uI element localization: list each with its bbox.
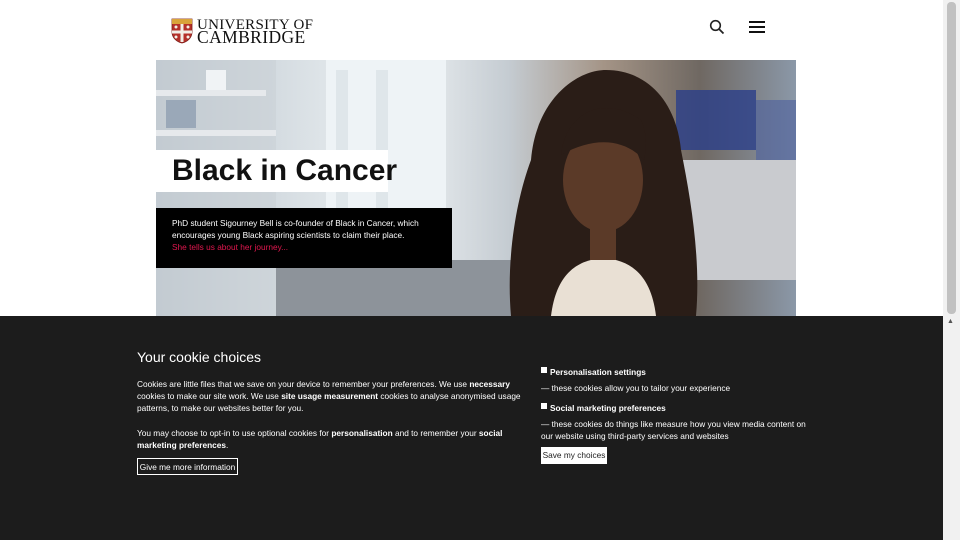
- personalisation-term: personalisation: [331, 428, 393, 438]
- hero-title-panel: Black in Cancer: [156, 150, 397, 192]
- hero-description-text: PhD student Sigourney Bell is co-founder…: [172, 218, 419, 240]
- hamburger-menu-icon[interactable]: [749, 20, 765, 34]
- social-marketing-option: Social marketing preferences — these coo…: [541, 402, 811, 442]
- scroll-up-arrow-icon[interactable]: ▲: [947, 318, 954, 325]
- social-marketing-checkbox[interactable]: [541, 403, 547, 409]
- logo-wordmark: UNIVERSITY OF CAMBRIDGE: [197, 18, 313, 47]
- site-header: UNIVERSITY OF CAMBRIDGE: [0, 0, 943, 60]
- hero-description: PhD student Sigourney Bell is co-founder…: [172, 217, 442, 253]
- cambridge-crest-icon: [171, 18, 193, 44]
- social-marketing-label: Social marketing preferences: [550, 403, 666, 413]
- necessary-term: necessary: [469, 379, 510, 389]
- cookie-intro-text: Cookies are little files that we save on…: [137, 379, 470, 389]
- university-logo[interactable]: UNIVERSITY OF CAMBRIDGE: [171, 18, 313, 47]
- social-marketing-description: — these cookies do things like measure h…: [541, 419, 806, 441]
- site-usage-term: site usage measurement: [281, 391, 379, 401]
- cookie-banner: Your cookie choices Cookies are little f…: [0, 316, 943, 540]
- page-scrollbar[interactable]: ▲: [943, 0, 960, 540]
- personalisation-label: Personalisation settings: [550, 367, 646, 377]
- personalisation-description: — these cookies allow you to tailor your…: [541, 383, 731, 393]
- save-choices-button[interactable]: Save my choices: [541, 447, 607, 464]
- cookie-intro-text: cookies to make our site work. We use: [137, 391, 282, 401]
- hero-description-panel: PhD student Sigourney Bell is co-founder…: [156, 208, 452, 268]
- logo-line-cambridge: CAMBRIDGE: [197, 27, 306, 47]
- hero-story-link[interactable]: She tells us about her journey...: [172, 241, 442, 253]
- more-information-button[interactable]: Give me more information: [137, 458, 238, 475]
- hero-title: Black in Cancer: [172, 154, 398, 187]
- cookie-optin-text: and to remember your: [392, 428, 479, 438]
- personalisation-option: Personalisation settings — these cookies…: [541, 366, 811, 394]
- cookie-optin-paragraph: You may choose to opt-in to use optional…: [137, 427, 522, 451]
- cookie-optin-text: .: [226, 440, 229, 450]
- cookie-intro-paragraph: Cookies are little files that we save on…: [137, 378, 522, 414]
- personalisation-checkbox[interactable]: [541, 367, 547, 373]
- scrollbar-thumb[interactable]: [947, 2, 956, 314]
- cookie-optin-text: You may choose to opt-in to use optional…: [137, 428, 332, 438]
- cookie-heading: Your cookie choices: [137, 349, 262, 365]
- search-icon[interactable]: [709, 19, 725, 35]
